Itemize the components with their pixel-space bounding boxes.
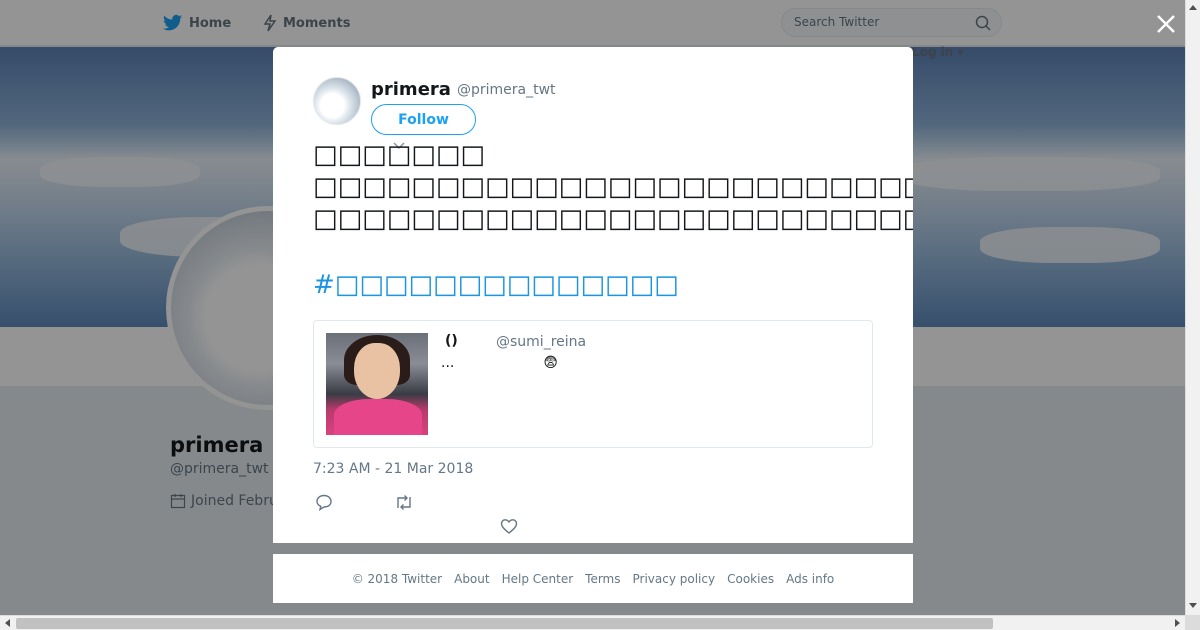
tweet-author-handle[interactable]: @primera_twt bbox=[457, 82, 556, 98]
tweet-line-3: □□□□□□□□□□□□□□□□□□□□□□□□□□□□□□□□□□□□□□□□… bbox=[313, 204, 913, 234]
footer-link-cookies[interactable]: Cookies bbox=[727, 572, 774, 586]
tweet-hashtag[interactable]: #□□□□□□□□□□□□□□ bbox=[313, 269, 679, 301]
footer-link-help[interactable]: Help Center bbox=[502, 572, 574, 586]
reply-icon[interactable] bbox=[315, 494, 333, 511]
modal-footer: © 2018 Twitter About Help Center Terms P… bbox=[273, 554, 913, 603]
horizontal-scrollbar[interactable] bbox=[0, 615, 1185, 630]
footer-copyright: © 2018 Twitter bbox=[351, 571, 443, 586]
like-icon[interactable] bbox=[500, 518, 518, 535]
tweet-timestamp[interactable]: 7:23 AM - 21 Mar 2018 bbox=[313, 461, 473, 477]
tweet-modal: primera @primera_twt Follow □□□□□□□ □□□□□… bbox=[273, 47, 913, 543]
footer-link-about[interactable]: About bbox=[454, 572, 489, 586]
footer-link-privacy[interactable]: Privacy policy bbox=[633, 572, 716, 586]
tweet-text: □□□□□□□□□□□□□□□□□□□□□□□□□□□□□□□□□□□□□□P□… bbox=[313, 139, 913, 235]
tweet-author-name[interactable]: primera bbox=[371, 79, 451, 100]
close-icon[interactable] bbox=[1154, 12, 1178, 36]
retweet-icon[interactable] bbox=[394, 494, 414, 511]
footer-link-terms[interactable]: Terms bbox=[585, 572, 620, 586]
horizontal-scroll-thumb[interactable] bbox=[16, 618, 993, 629]
vertical-scrollbar[interactable] bbox=[1185, 0, 1200, 615]
quoted-author-name: () bbox=[445, 333, 458, 349]
follow-button[interactable]: Follow bbox=[371, 104, 476, 135]
quoted-author-handle: @sumi_reina bbox=[496, 334, 587, 350]
tweet-line-1: □□□□□□□ bbox=[313, 140, 485, 170]
quoted-tweet-text: ... 😨 bbox=[441, 355, 558, 371]
footer-link-ads[interactable]: Ads info bbox=[786, 572, 834, 586]
scrollbar-corner bbox=[1185, 615, 1200, 630]
quoted-tweet[interactable]: () @sumi_reina ... 😨 bbox=[313, 320, 873, 448]
tweet-author-avatar[interactable] bbox=[313, 77, 361, 125]
tweet-line-2: □□□□□□□□□□□□□□□□□□□□□□□□□□□□□□□P□□□□□□□□… bbox=[313, 172, 913, 202]
quoted-tweet-image bbox=[326, 333, 428, 435]
